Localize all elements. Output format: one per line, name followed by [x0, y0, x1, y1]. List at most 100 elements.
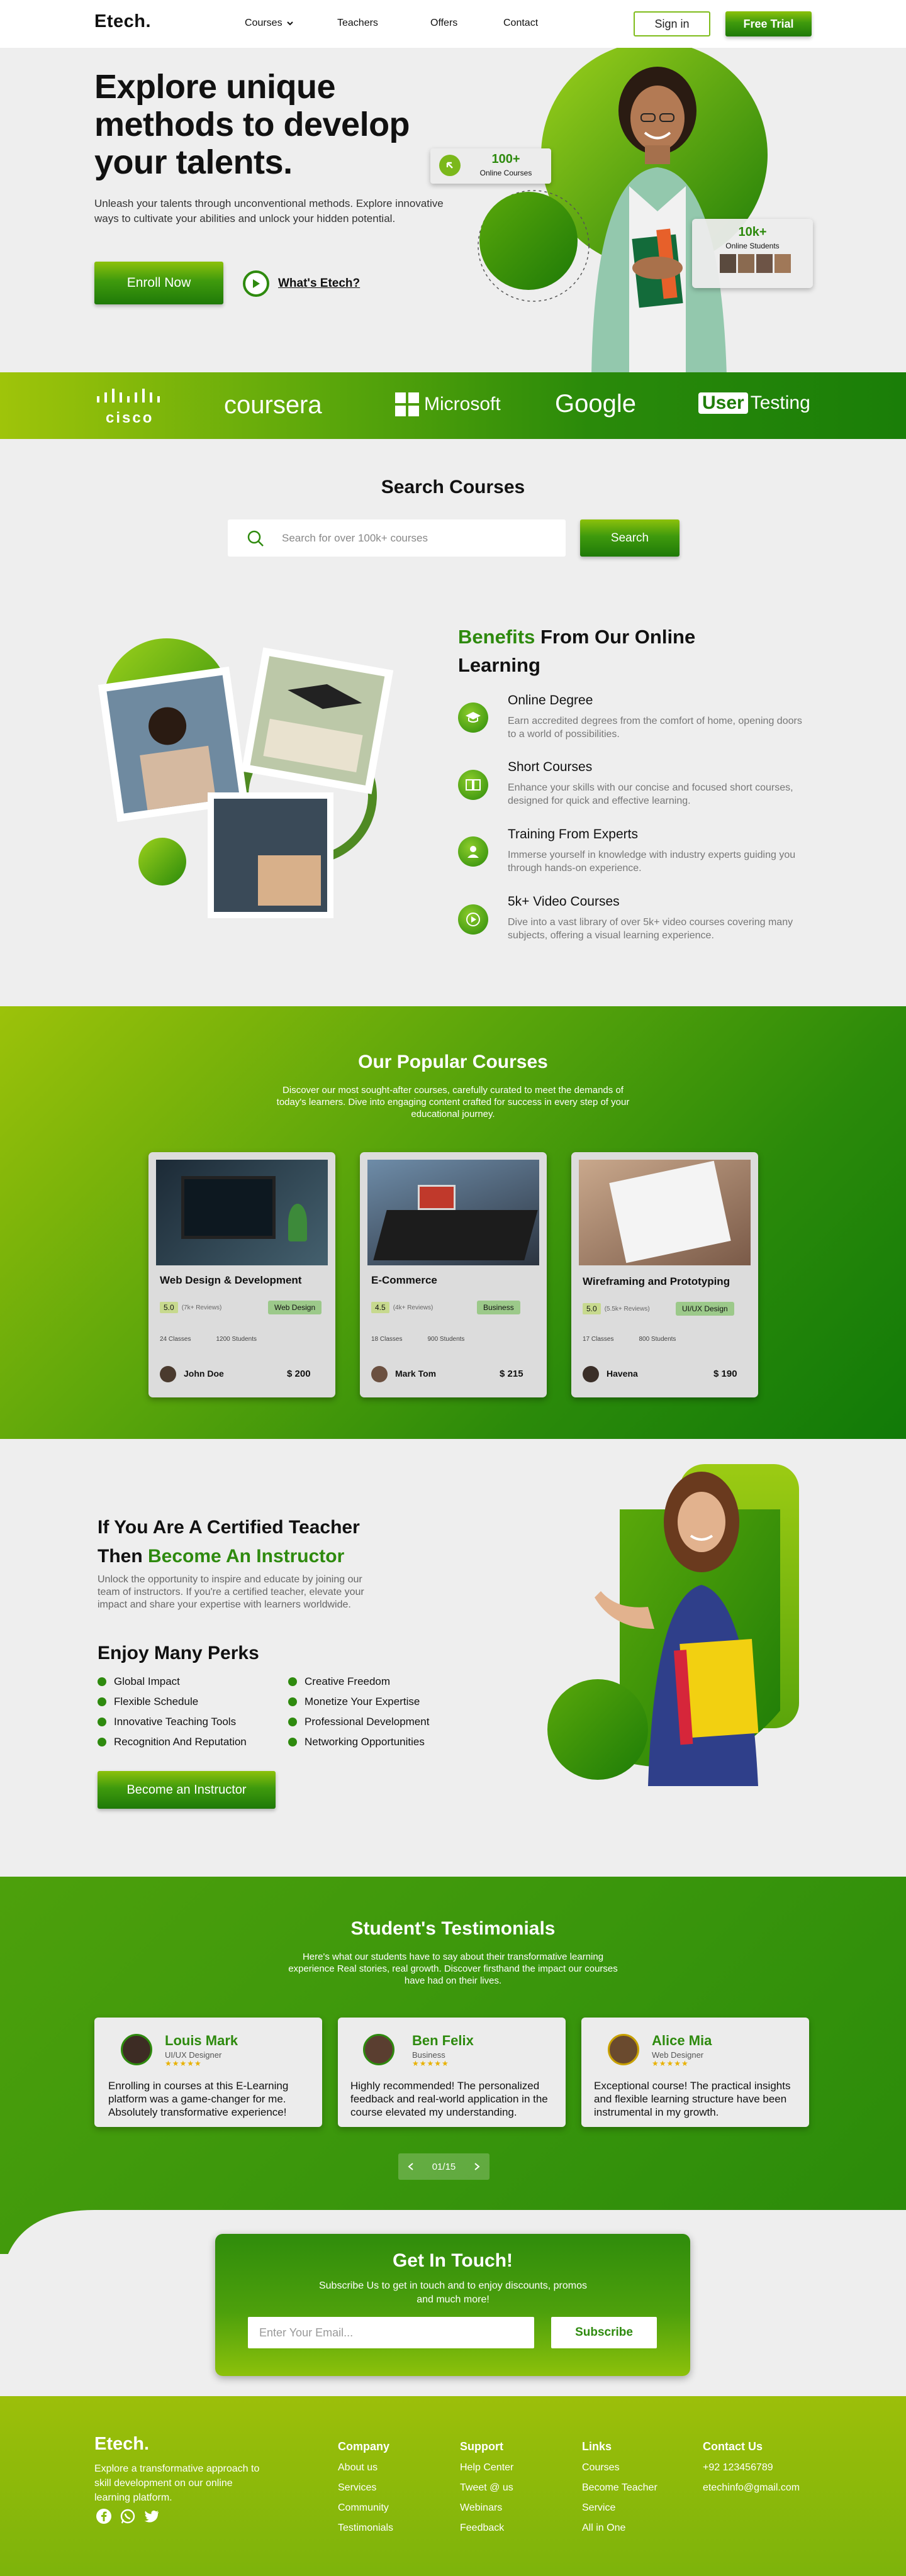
course-tag[interactable]: Web Design	[268, 1301, 322, 1314]
plant-image	[288, 1204, 307, 1241]
review-count: (4k+ Reviews)	[393, 1304, 433, 1311]
footer-column-heading: Contact Us	[703, 2440, 763, 2453]
whatsapp-icon[interactable]	[120, 2508, 136, 2524]
benefits-title: Benefits From Our Online Learning	[458, 623, 760, 679]
course-tag[interactable]: Business	[477, 1301, 520, 1314]
email-placeholder: Enter Your Email...	[259, 2326, 354, 2339]
benefit-desc-2: Enhance your skills with our concise and…	[508, 782, 793, 806]
footer-link[interactable]: About us	[338, 2462, 393, 2473]
whats-etech-link[interactable]: What's Etech?	[243, 270, 360, 297]
course-rating: 4.5 (4k+ Reviews)	[371, 1302, 433, 1313]
testimonial-role: UI/UX Designer	[165, 2050, 222, 2060]
course-tag[interactable]: UI/UX Design	[676, 1302, 734, 1316]
hero-description: Unleash your talents through unconventio…	[94, 197, 444, 225]
instructor-title-green: Become An Instructor	[148, 1546, 345, 1567]
instructor-title-line1: If You Are A Certified Teacher	[98, 1517, 360, 1538]
benefit-desc-1: Earn accredited degrees from the comfort…	[508, 716, 802, 740]
footer-phone[interactable]: +92 123456789	[703, 2462, 800, 2473]
course-title: E-Commerce	[371, 1274, 437, 1286]
nav-contact[interactable]: Contact	[503, 18, 538, 29]
laptop-image	[181, 1176, 276, 1239]
footer-link[interactable]: All in One	[582, 2523, 657, 2534]
chevron-down-icon	[286, 21, 293, 26]
perk-item: Creative Freedom	[288, 1675, 429, 1688]
email-input[interactable]: Enter Your Email...	[248, 2317, 534, 2348]
course-price: $ 190	[713, 1368, 737, 1379]
student-count: 900 Students	[427, 1336, 465, 1343]
course-card-ecommerce[interactable]: E-Commerce 4.5 (4k+ Reviews) Business 18…	[360, 1152, 547, 1397]
footer-link[interactable]: Webinars	[460, 2502, 513, 2514]
chevron-left-icon[interactable]	[407, 2162, 415, 2171]
footer-link[interactable]: Become Teacher	[582, 2482, 657, 2494]
hero-title: Explore unique methods to develop your t…	[94, 68, 447, 181]
cisco-label: cisco	[106, 409, 154, 426]
nav-teachers[interactable]: Teachers	[337, 18, 378, 29]
course-price: $ 215	[500, 1368, 523, 1379]
star-rating-icon: ★★★★★	[165, 2059, 202, 2068]
enroll-now-button[interactable]: Enroll Now	[94, 262, 223, 304]
course-image	[579, 1160, 751, 1265]
become-instructor-button[interactable]: Become an Instructor	[98, 1771, 276, 1809]
nav-courses[interactable]: Courses	[245, 18, 294, 29]
perk-item: Flexible Schedule	[98, 1696, 247, 1708]
social-icons	[96, 2508, 160, 2524]
facebook-icon[interactable]	[96, 2508, 112, 2524]
video-play-icon	[458, 904, 488, 935]
footer-logo[interactable]: Etech.	[94, 2434, 149, 2455]
search-title: Search Courses	[381, 477, 525, 497]
testimonial-card: Louis Mark UI/UX Designer ★★★★★ Enrollin…	[94, 2018, 322, 2127]
keyboard-image	[373, 1210, 538, 1260]
twitter-icon[interactable]	[143, 2508, 160, 2524]
benefits-illustration	[98, 638, 394, 918]
testimonials-description: Here's what our students have to say abo…	[288, 1951, 618, 1986]
footer-link[interactable]: Services	[338, 2482, 393, 2494]
footer-link[interactable]: Service	[582, 2502, 657, 2514]
course-price: $ 200	[287, 1368, 311, 1379]
footer-link[interactable]: Community	[338, 2502, 393, 2514]
arrow-up-icon	[439, 155, 461, 176]
search-button[interactable]: Search	[580, 519, 680, 557]
pager-label: 01/15	[432, 2161, 456, 2172]
footer-column-heading: Company	[338, 2440, 390, 2453]
testimonial-card: Alice Mia Web Designer ★★★★★ Exceptional…	[581, 2018, 809, 2127]
hero-title-line-3: your talents.	[94, 143, 293, 181]
notebook-image	[609, 1160, 731, 1263]
testimonial-card: Ben Felix Business ★★★★★ Highly recommen…	[338, 2018, 566, 2127]
perk-item: Innovative Teaching Tools	[98, 1716, 247, 1728]
course-card-web-design[interactable]: Web Design & Development 5.0 (7k+ Review…	[148, 1152, 335, 1397]
avatar	[720, 254, 736, 273]
subscribe-button[interactable]: Subscribe	[551, 2317, 657, 2348]
avatar	[363, 2034, 394, 2065]
signin-button[interactable]: Sign in	[634, 11, 710, 36]
testing-label: Testing	[750, 392, 810, 413]
online-courses-stat: 100+ Online Courses	[430, 148, 551, 184]
benefits-title-green: Benefits	[458, 626, 535, 648]
contact-description: Subscribe Us to get in touch and to enjo…	[318, 2280, 587, 2305]
footer-link[interactable]: Help Center	[460, 2462, 513, 2473]
chevron-right-icon[interactable]	[473, 2162, 481, 2171]
footer-link[interactable]: Tweet @ us	[460, 2482, 513, 2494]
instructor-illustration	[547, 1464, 799, 1786]
free-trial-button[interactable]: Free Trial	[725, 11, 812, 36]
avatar	[756, 254, 773, 273]
cisco-logo: cisco	[96, 387, 169, 427]
search-input[interactable]: Search for over 100k+ courses	[228, 519, 566, 557]
footer-link[interactable]: Courses	[582, 2462, 657, 2473]
author-name: John Doe	[184, 1368, 224, 1379]
footer-column-contact: Contact Us +92 123456789 etechinfo@gmail…	[703, 2440, 800, 2494]
author-name: Havena	[607, 1368, 638, 1379]
course-card-wireframing[interactable]: Wireframing and Prototyping 5.0 (5.5k+ R…	[571, 1152, 758, 1397]
footer-link[interactable]: Feedback	[460, 2523, 513, 2534]
avatar	[583, 1366, 599, 1382]
rating-value: 5.0	[160, 1302, 178, 1313]
nav-offers[interactable]: Offers	[430, 18, 457, 29]
logo[interactable]: Etech.	[94, 11, 151, 32]
popular-courses-section: Our Popular Courses Discover our most so…	[0, 1006, 906, 1439]
rating-value: 5.0	[583, 1303, 601, 1314]
footer-column-links: Links Courses Become Teacher Service All…	[582, 2440, 657, 2534]
footer-link[interactable]: Testimonials	[338, 2523, 393, 2534]
footer-email[interactable]: etechinfo@gmail.com	[703, 2482, 800, 2494]
avatar	[738, 254, 754, 273]
microsoft-icon	[395, 392, 419, 416]
online-students-stat: 10k+ Online Students	[692, 219, 813, 288]
